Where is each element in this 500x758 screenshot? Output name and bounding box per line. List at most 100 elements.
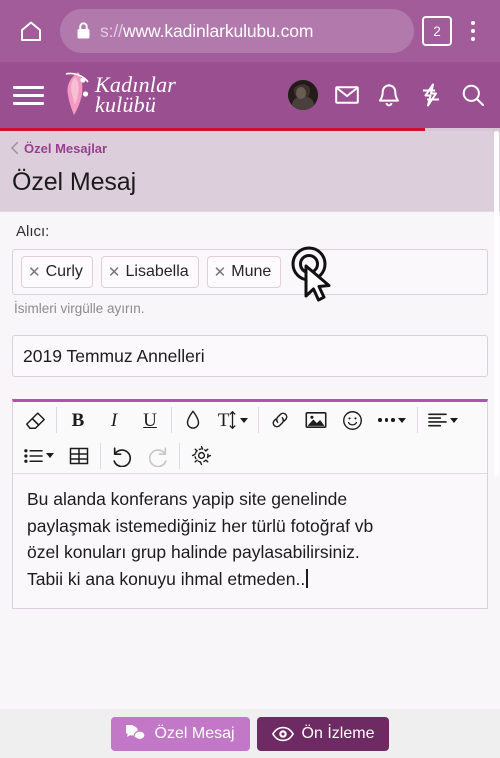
lock-icon [76,22,91,40]
more-options-icon [378,418,395,422]
nav-menu-button[interactable] [10,75,50,115]
url-scheme: s:// [100,20,123,41]
messages-button[interactable] [334,82,360,108]
underline-button[interactable]: U [132,403,168,437]
notifications-button[interactable] [376,82,402,108]
insert-link-button[interactable] [262,403,298,437]
pink-ribbon-icon [58,68,94,123]
insert-table-button[interactable] [61,439,97,473]
image-icon [305,412,327,428]
site-header: Kadınlar kulübü [0,62,500,128]
recipient-hint: İsimleri virgülle ayırın. [14,301,145,316]
chevron-down-icon [397,417,406,423]
list-icon [24,448,43,463]
recipient-chip-label: Lisabella [125,263,189,280]
link-icon [272,412,288,428]
message-line: Bu alanda konferans yapip site genelinde [27,489,348,509]
lightning-icon [423,83,439,107]
close-icon[interactable]: ✕ [214,265,227,280]
kebab-menu-icon [471,21,475,25]
breadcrumb-link[interactable]: Özel Mesajlar [24,141,107,156]
toolbar-divider [171,407,172,433]
eraser-icon [26,412,45,429]
italic-button[interactable]: I [96,403,132,437]
message-line-text: Tabii ki ana konuyu ihmal etmeden.. [27,568,306,589]
table-icon [69,447,89,464]
user-avatar[interactable] [288,80,318,110]
chevron-down-icon [450,417,458,423]
page-scrollbar[interactable] [494,131,499,709]
underline-icon: U [143,409,157,431]
close-icon[interactable]: ✕ [108,265,121,280]
url-text: s://www.kadinlarkulubu.com [100,21,313,42]
italic-icon: I [110,409,118,431]
send-private-message-label: Özel Mesaj [154,724,235,742]
activity-button[interactable] [418,82,444,108]
recipient-chip-label: Curly [45,263,83,280]
editor-toolbar-row-2 [13,438,487,474]
recipient-input[interactable]: ✕ Curly ✕ Lisabella ✕ Mune [12,249,488,295]
text-align-button[interactable] [421,403,465,437]
bold-icon: B [71,409,85,431]
breadcrumb[interactable]: Özel Mesajlar [0,131,500,159]
undo-button[interactable] [104,439,140,473]
envelope-icon [335,86,359,104]
bullet-list-button[interactable] [17,439,61,473]
chat-bubbles-icon [125,725,145,742]
recipient-chip[interactable]: ✕ Lisabella [100,256,199,288]
site-logo-text: Kadınlar kulübü [95,73,176,115]
recipient-chip-label: Mune [231,263,272,280]
text-cursor [306,568,308,588]
editor-toolbar-row-1: B I U T [13,402,487,438]
toolbar-divider [417,407,418,433]
preview-label: Ön İzleme [301,724,375,742]
search-icon [462,84,484,106]
page-content: Özel Mesajlar Özel Mesaj Alıcı: ✕ Curly ✕… [0,131,500,758]
bell-icon [379,84,399,107]
private-message-form: Alıcı: ✕ Curly ✕ Lisabella ✕ Mune İsimleri … [0,211,500,736]
toolbar-divider [179,442,180,469]
subject-value: 2019 Temmuz Annelleri [23,345,205,366]
close-icon[interactable]: ✕ [28,265,41,280]
redo-icon [148,446,167,467]
toolbar-divider [56,407,57,433]
send-private-message-button[interactable]: Özel Mesaj [110,716,250,751]
hamburger-icon [13,85,44,89]
text-color-button[interactable] [175,403,211,437]
recipient-chip[interactable]: ✕ Curly [21,256,93,288]
home-button[interactable] [10,10,52,52]
settings-gear-icon [191,445,211,466]
home-icon [21,21,41,41]
editor-settings-button[interactable] [183,439,219,473]
form-action-bar: Özel Mesaj Ön İzleme [0,709,500,758]
align-icon [428,413,447,427]
scrollbar-thumb[interactable] [494,131,499,476]
browser-menu-button[interactable] [456,11,490,51]
tab-switcher-button[interactable]: 2 [422,16,452,46]
message-body[interactable]: Bu alanda konferans yapip site genelinde… [13,474,487,609]
recipient-chip[interactable]: ✕ Mune [206,256,282,288]
emoji-button[interactable] [334,403,370,437]
more-options-button[interactable] [370,403,414,437]
url-bar[interactable]: s://www.kadinlarkulubu.com [60,9,414,53]
site-logo[interactable]: Kadınlar kulübü [58,68,176,123]
message-line: özel konuları grup halinde paylasabilirs… [27,542,360,563]
search-button[interactable] [460,82,486,108]
chevron-down-icon [240,417,249,423]
message-last-line: Tabii ki ana konuyu ihmal etmeden.. [27,566,473,593]
recipient-label: Alıcı: [16,223,50,240]
chevron-left-icon [8,141,22,155]
subject-input[interactable]: 2019 Temmuz Annelleri [12,335,488,377]
message-line: paylaşmak istemediğiniz her türlü fotoğr… [27,515,374,536]
preview-button[interactable]: Ön İzleme [256,716,390,751]
toolbar-divider [258,407,259,433]
remove-formatting-button[interactable] [17,403,53,437]
insert-image-button[interactable] [298,403,334,437]
eye-icon [271,726,294,741]
font-size-button[interactable]: T [211,403,255,437]
redo-button[interactable] [140,439,176,473]
smiley-icon [342,410,362,430]
mobile-browser-screen: s://www.kadinlarkulubu.com 2 Kadınlar ku… [0,0,500,758]
bold-button[interactable]: B [60,403,96,437]
chevron-down-icon [46,453,54,458]
